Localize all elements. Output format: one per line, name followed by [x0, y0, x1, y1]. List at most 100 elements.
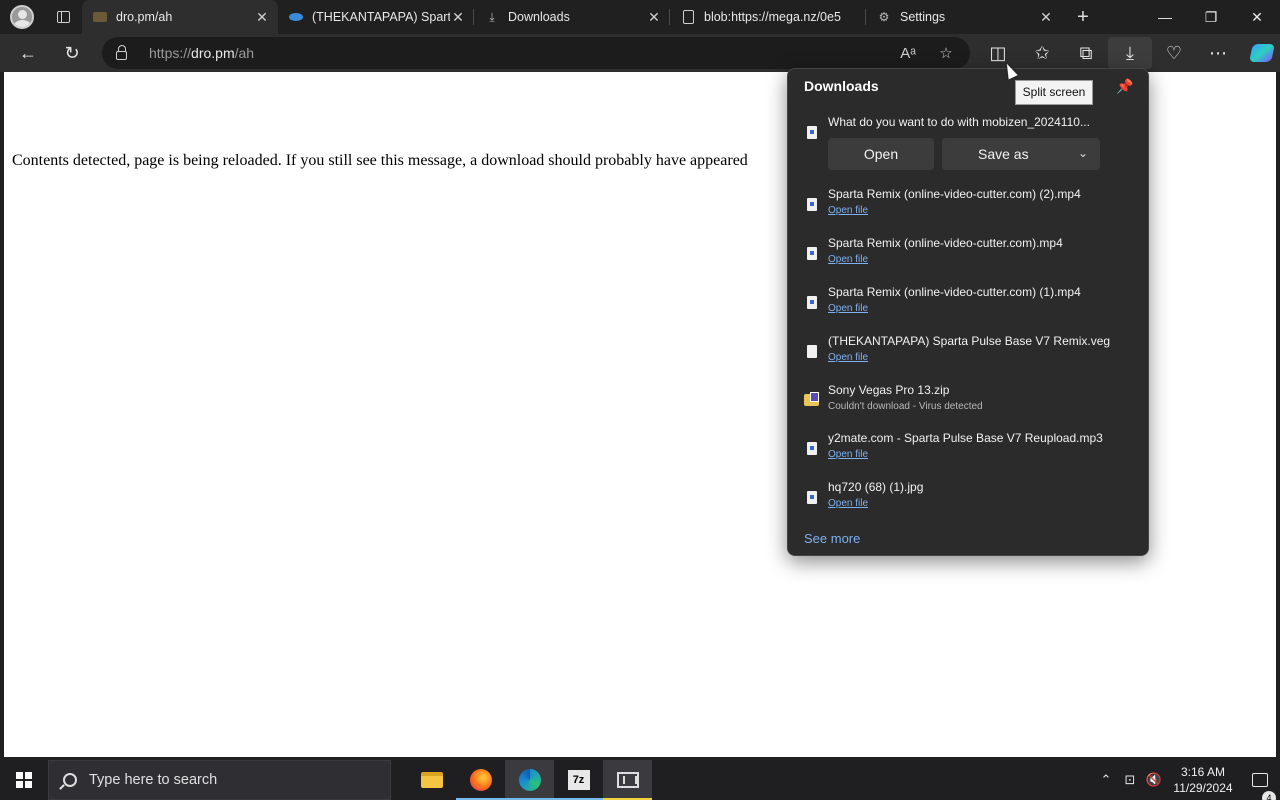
vegas-button[interactable] [603, 760, 652, 800]
collections-button[interactable]: ⧉ [1064, 37, 1108, 69]
address-url[interactable]: https://dro.pm/ah [149, 45, 254, 61]
download-file-name: Sony Vegas Pro 13.zip [828, 383, 950, 397]
copilot-button[interactable] [1240, 37, 1280, 69]
tab-title: (THEKANTAPAPA) Sparta [312, 10, 450, 24]
network-icon[interactable]: ⊡ [1118, 772, 1142, 788]
firefox-button[interactable] [456, 760, 505, 800]
download-icon: ⤓ [489, 9, 495, 24]
restore-button[interactable]: ❐ [1188, 0, 1234, 34]
download-item[interactable]: y2mate.com - Sparta Pulse Base V7 Reuplo… [788, 430, 1148, 474]
download-item[interactable]: (THEKANTAPAPA) Sparta Pulse Base V7 Remi… [788, 333, 1148, 377]
address-bar[interactable]: https://dro.pm/ah Aᵃ ☆ [102, 37, 970, 69]
tab-close-icon[interactable]: ✕ [254, 9, 270, 26]
volume-muted-icon[interactable]: 🔇 [1142, 772, 1166, 788]
clock[interactable]: 3:16 AM 11/29/2024 [1166, 764, 1240, 796]
close-window-button[interactable]: ✕ [1234, 0, 1280, 34]
open-file-link[interactable]: Open file [828, 205, 868, 216]
see-more-link[interactable]: See more [804, 531, 860, 546]
downloads-button[interactable]: ⤓ [1108, 37, 1152, 69]
sparta-favicon-icon [288, 9, 304, 25]
read-aloud-icon[interactable]: Aᵃ [892, 45, 924, 62]
download-file-name: (THEKANTAPAPA) Sparta Pulse Base V7 Remi… [828, 334, 1111, 348]
download-file-name: hq720 (68) (1).jpg [828, 480, 924, 494]
taskbar-search[interactable]: Type here to search [48, 760, 391, 800]
audio-file-icon [807, 442, 817, 455]
tab-dro[interactable]: dro.pm/ah ✕ [82, 0, 278, 34]
download-file-name: Sparta Remix (online-video-cutter.com) (… [828, 285, 1081, 299]
tab-close-icon[interactable]: ✕ [1038, 9, 1054, 26]
pin-icon[interactable]: 📌 [1114, 75, 1136, 97]
tab-close-icon[interactable]: ✕ [646, 9, 662, 26]
split-screen-button[interactable]: ◫ [976, 37, 1020, 69]
split-screen-icon: ◫ [989, 42, 1007, 63]
chevron-up-icon[interactable]: ⌃ [1094, 772, 1118, 788]
file-explorer-icon [420, 772, 443, 788]
favorite-star-icon[interactable]: ☆ [930, 44, 962, 62]
firefox-icon [469, 769, 492, 791]
new-tab-button[interactable]: + [1062, 0, 1104, 34]
tab-title: Settings [900, 10, 946, 24]
tab-sparta[interactable]: (THEKANTAPAPA) Sparta ✕ [278, 0, 474, 34]
refresh-button[interactable]: ↻ [54, 37, 90, 69]
profile-button[interactable] [0, 0, 44, 34]
favorites-icon: ✩ [1034, 42, 1050, 63]
vertical-tabs-icon [56, 11, 70, 23]
favorites-button[interactable]: ✩ [1020, 37, 1064, 69]
download-item[interactable]: Sparta Remix (online-video-cutter.com) (… [788, 186, 1148, 230]
open-file-link[interactable]: Open file [828, 303, 868, 314]
download-status: Couldn't download - Virus detected [828, 401, 983, 412]
tab-title: blob:https://mega.nz/0e5 [704, 10, 841, 24]
start-button[interactable] [0, 760, 48, 800]
open-button[interactable]: Open [828, 138, 934, 170]
copilot-icon [1249, 44, 1275, 62]
heartbeat-icon: ♡ [1165, 42, 1183, 63]
download-item[interactable]: Sony Vegas Pro 13.zip Couldn't download … [788, 382, 1148, 426]
tab-blob[interactable]: blob:https://mega.nz/0e5 [670, 0, 866, 34]
search-placeholder: Type here to search [89, 772, 218, 788]
download-icon: ⤓ [1126, 42, 1134, 63]
lock-icon[interactable] [116, 44, 127, 60]
performance-button[interactable]: ♡ [1152, 37, 1196, 69]
more-icon: ⋯ [1209, 42, 1227, 63]
download-item[interactable]: Sparta Remix (online-video-cutter.com) (… [788, 284, 1148, 328]
open-file-link[interactable]: Open file [828, 498, 868, 509]
tab-title: dro.pm/ah [116, 10, 173, 24]
tab-settings[interactable]: ⚙ Settings ✕ [866, 0, 1062, 34]
downloads-title: Downloads [804, 78, 879, 94]
download-file-name: What do you want to do with mobizen_2024… [828, 115, 1090, 129]
download-item[interactable]: hq720 (68) (1).jpg Open file [788, 479, 1148, 523]
minimize-button[interactable]: — [1142, 0, 1188, 34]
7zip-button[interactable]: 7z [554, 760, 603, 800]
tab-downloads[interactable]: ⤓ Downloads ✕ [474, 0, 670, 34]
notification-count: 4 [1262, 791, 1276, 800]
video-file-icon [807, 247, 817, 260]
file-explorer-button[interactable] [407, 760, 456, 800]
avatar-icon [10, 5, 34, 29]
settings-more-button[interactable]: ⋯ [1196, 37, 1240, 69]
tab-strip: dro.pm/ah ✕ (THEKANTAPAPA) Sparta ✕ ⤓ Do… [0, 0, 1280, 34]
taskbar: Type here to search 7z ⌃ ⊡ 🔇 3:16 AM 11/… [0, 760, 1280, 800]
open-file-link[interactable]: Open file [828, 352, 868, 363]
search-icon [63, 773, 77, 787]
open-file-link[interactable]: Open file [828, 254, 868, 265]
back-button[interactable]: ← [10, 37, 46, 69]
video-file-icon [807, 198, 817, 211]
edge-button[interactable] [505, 760, 554, 800]
blank-file-icon [807, 345, 817, 358]
tab-actions-button[interactable] [44, 0, 82, 34]
system-tray: ⌃ ⊡ 🔇 3:16 AM 11/29/2024 4 [1094, 760, 1280, 800]
download-file-name: Sparta Remix (online-video-cutter.com) (… [828, 187, 1081, 201]
7zip-icon: 7z [567, 770, 590, 790]
edge-icon [518, 769, 541, 791]
chevron-down-icon[interactable]: ⌄ [1078, 146, 1088, 160]
windows-logo-icon [16, 772, 32, 788]
notification-center-button[interactable]: 4 [1240, 773, 1280, 800]
download-item[interactable]: Sparta Remix (online-video-cutter.com).m… [788, 235, 1148, 279]
gear-icon: ⚙ [878, 10, 890, 24]
tab-close-icon[interactable]: ✕ [450, 9, 466, 26]
save-as-button[interactable]: Save as ⌄ [942, 138, 1100, 170]
tab-title: Downloads [508, 10, 570, 24]
page-icon [680, 9, 696, 25]
open-file-link[interactable]: Open file [828, 449, 868, 460]
browser-toolbar: ← ↻ https://dro.pm/ah Aᵃ ☆ ◫ ✩ ⧉ ⤓ ♡ ⋯ [0, 34, 1280, 72]
